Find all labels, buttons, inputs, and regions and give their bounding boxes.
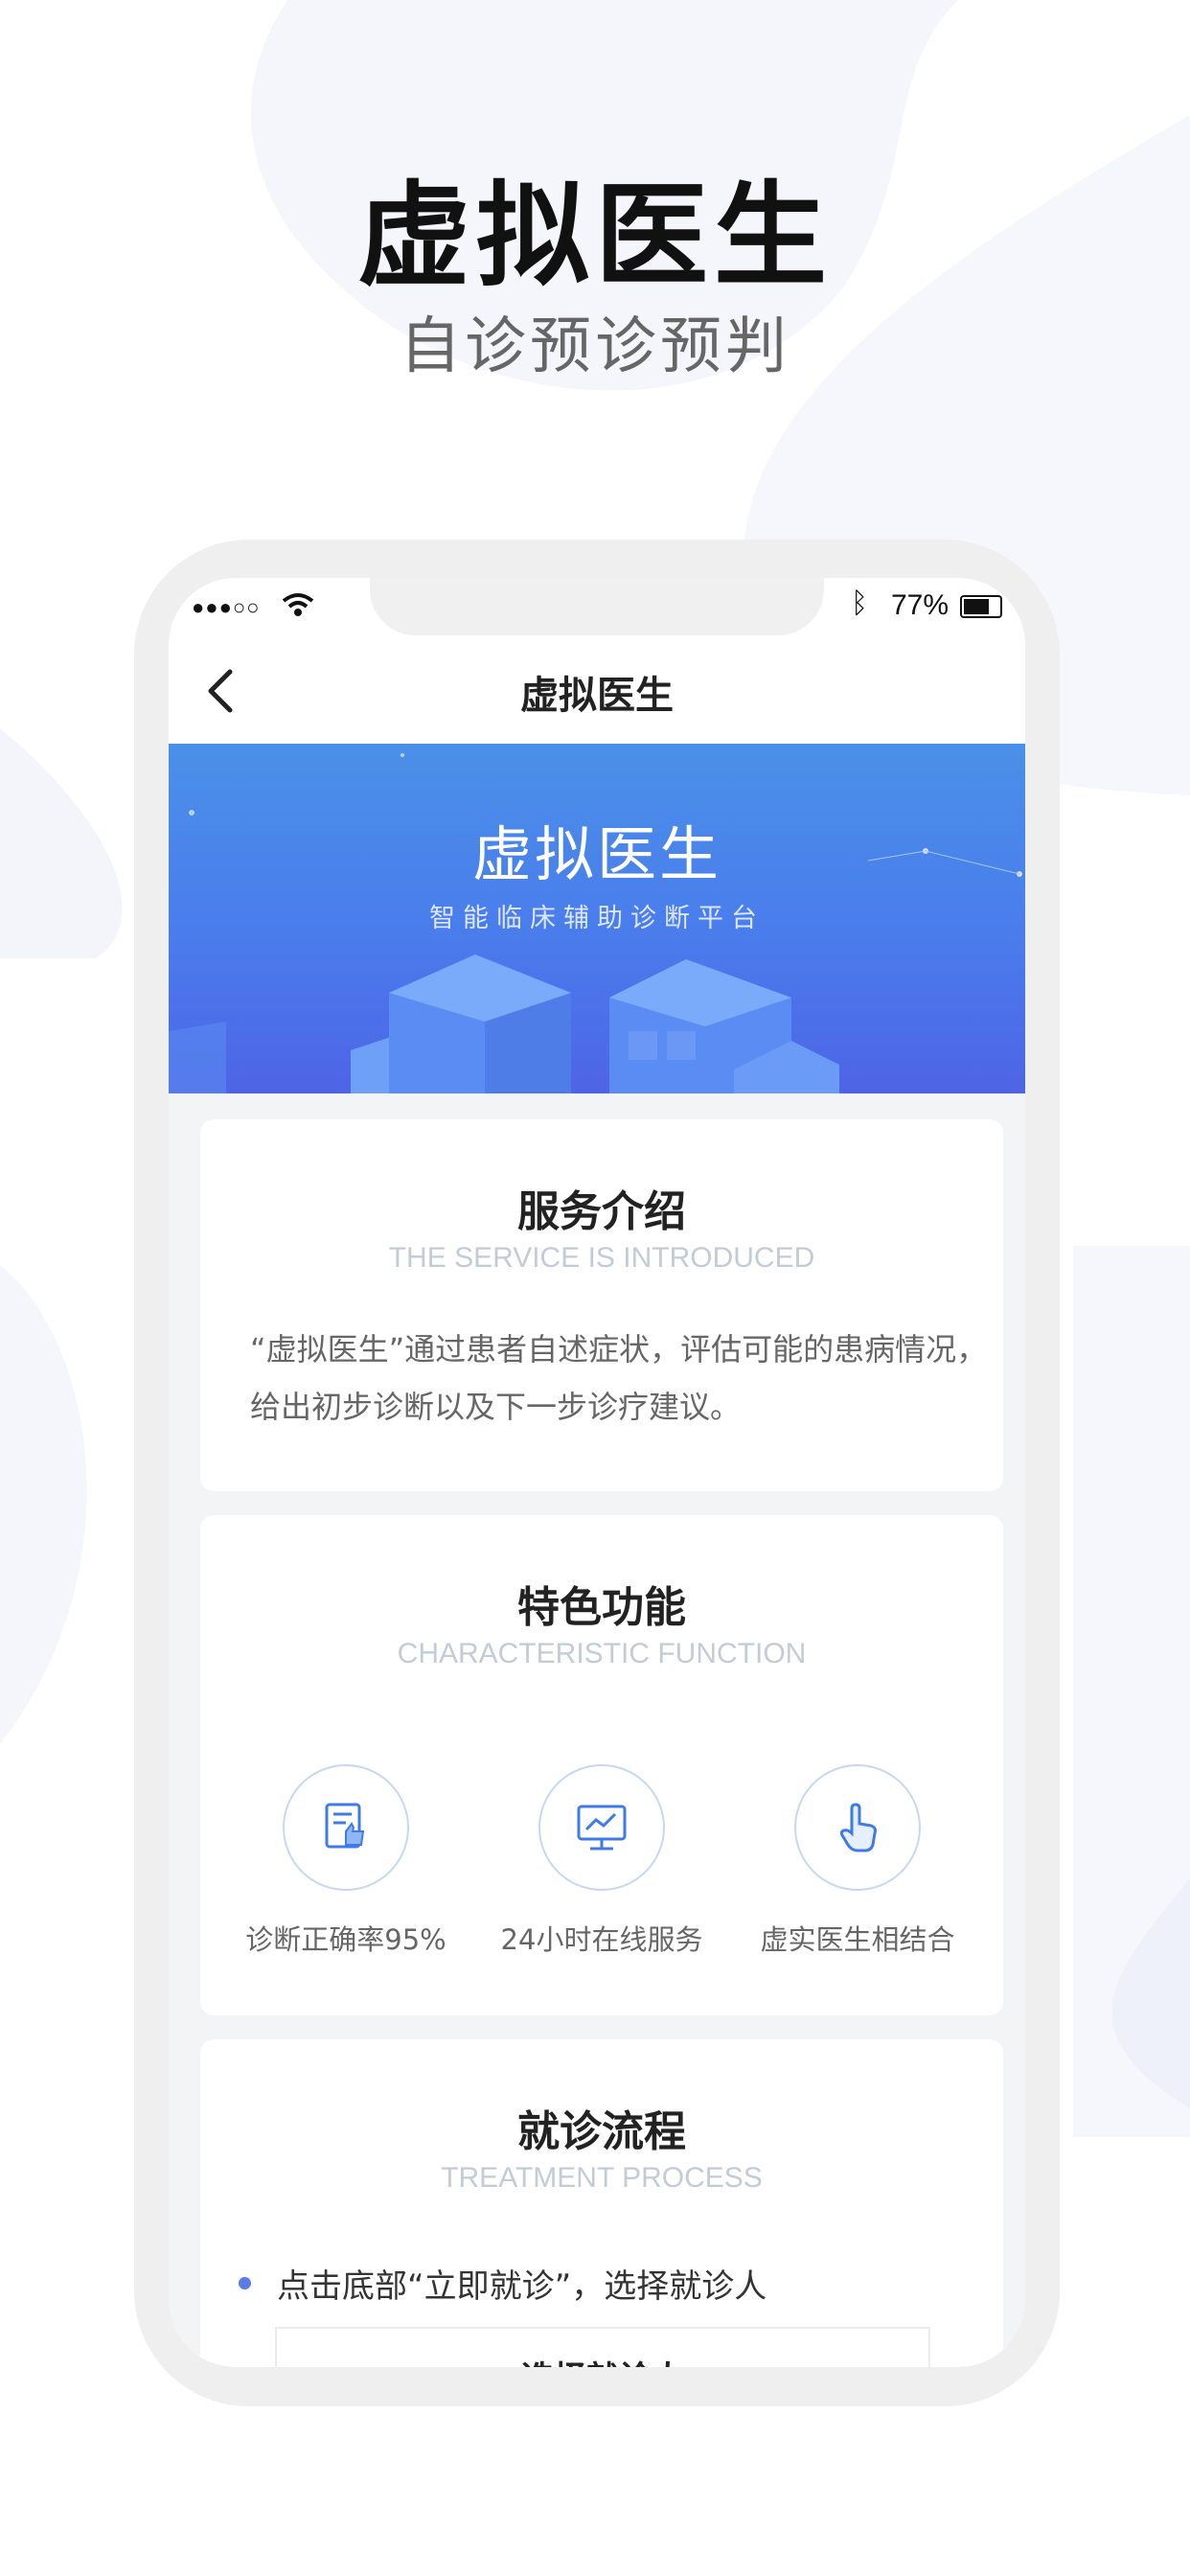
wifi-icon — [282, 593, 314, 616]
hero-banner: 虚拟医生 智能临床辅助诊断平台 — [169, 744, 1025, 1093]
signal-strength: ●●●○○ — [192, 595, 261, 619]
service-subtitle-en: THE SERVICE IS INTRODUCED — [388, 1242, 815, 1274]
service-description: “虚拟医生”通过患者自述症状，评估可能的患病情况，给出初步诊断以及下一步诊疗建议… — [250, 1331, 988, 1425]
banner-subtitle: 智能临床辅助诊断平台 — [429, 904, 765, 933]
bluetooth-icon: ᛒ — [851, 587, 868, 619]
hand-pointer-icon — [839, 1803, 877, 1852]
step-bullet — [239, 2277, 251, 2289]
process-step-text: 点击底部“立即就诊”，选择就诊人 — [277, 2267, 767, 2306]
battery-percent: 77% — [891, 589, 950, 621]
features-subtitle-en: CHARACTERISTIC FUNCTION — [397, 1638, 807, 1669]
feature-hybrid[interactable]: 虚实医生相结合 — [733, 1764, 982, 1958]
phone-screen: ●●●○○ ᛒ 77% 虚拟医生 虚拟医生 智能临床辅助诊断平台 服务介绍 TH… — [169, 578, 1025, 2367]
feature-label: 虚实医生相结合 — [760, 1923, 955, 1956]
feature-label: 诊断正确率95% — [245, 1923, 446, 1956]
features-card: 特色功能 CHARACTERISTIC FUNCTION 诊断正确率95% 24… — [200, 1515, 1003, 2015]
report-thumbs-up-icon — [325, 1803, 365, 1849]
nav-bar: 虚拟医生 — [169, 635, 1025, 744]
promo-subtitle: 自诊预诊预判 — [400, 311, 790, 382]
feature-label: 24小时在线服务 — [500, 1923, 703, 1956]
nav-title: 虚拟医生 — [520, 674, 674, 718]
service-title: 服务介绍 — [517, 1187, 686, 1236]
process-title: 就诊流程 — [517, 2107, 686, 2156]
feature-accuracy[interactable]: 诊断正确率95% — [221, 1764, 470, 1958]
feature-24h[interactable]: 24小时在线服务 — [477, 1764, 726, 1958]
process-card: 就诊流程 TREATMENT PROCESS 点击底部“立即就诊”，选择就诊人 … — [200, 2039, 1003, 2367]
promo-title: 虚拟医生 — [356, 170, 833, 302]
battery-icon — [960, 595, 1002, 618]
notch — [370, 578, 824, 635]
banner-title: 虚拟医生 — [471, 819, 721, 889]
process-subtitle-en: TREATMENT PROCESS — [441, 2162, 763, 2194]
monitor-chart-icon — [577, 1805, 627, 1851]
step-preview: 选择就诊人 — [275, 2327, 930, 2367]
features-title: 特色功能 — [517, 1583, 686, 1632]
preview-title: 选择就诊人 — [277, 2352, 928, 2367]
status-bar: ●●●○○ ᛒ 77% — [169, 578, 1025, 635]
service-card: 服务介绍 THE SERVICE IS INTRODUCED “虚拟医生”通过患… — [200, 1119, 1003, 1491]
